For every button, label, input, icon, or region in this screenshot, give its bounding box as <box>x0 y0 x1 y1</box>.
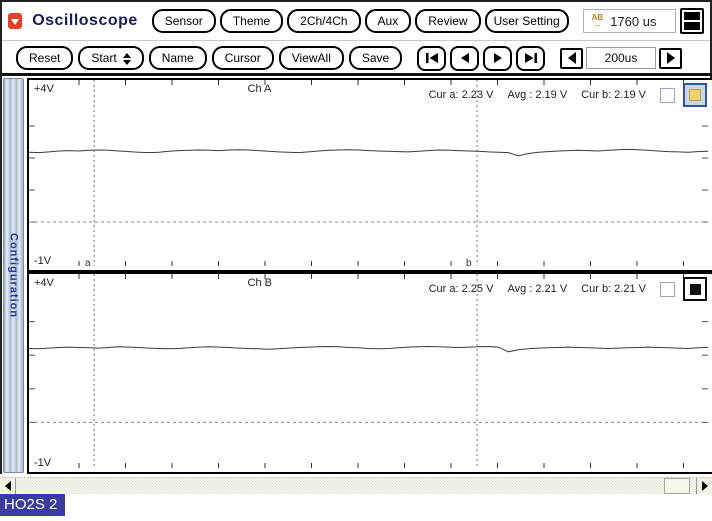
playback-controls <box>417 46 545 71</box>
viewall-button[interactable]: ViewAll <box>279 46 344 70</box>
channel-a-waveform[interactable] <box>29 80 708 266</box>
timebase-increase-button[interactable] <box>659 48 682 69</box>
aux-button[interactable]: Aux <box>365 9 412 33</box>
sensor-tab-ho2s2[interactable]: HO2S 2 <box>0 494 65 516</box>
timebase-control: 200us <box>560 47 682 69</box>
channel-a-checkbox[interactable] <box>660 88 675 103</box>
cursor-a-label[interactable]: a <box>85 258 91 269</box>
cursor-b-label[interactable]: b <box>466 258 472 269</box>
right-arrow-icon <box>702 481 712 491</box>
menu-icon[interactable] <box>680 8 704 34</box>
timebase-decrease-button[interactable] <box>560 48 583 69</box>
toolbar-divider <box>2 40 710 41</box>
scroll-right-button[interactable] <box>696 478 712 494</box>
app-dropdown-icon[interactable] <box>8 13 22 29</box>
channel-b-trace-color-swatch <box>690 284 701 295</box>
channel-b-vmin-label: -1V <box>34 457 51 469</box>
channel-b-trace-marker-button[interactable] <box>683 277 707 301</box>
sensor-button[interactable]: Sensor <box>152 9 216 33</box>
timebase-value: 200us <box>586 47 656 69</box>
main-toolbar: Reset Start Name Cursor ViewAll Save 200… <box>16 44 704 72</box>
channel-a-trace-marker-button[interactable] <box>683 83 707 107</box>
start-button[interactable]: Start <box>78 46 143 70</box>
channel-a-name: Ch A <box>248 83 272 95</box>
channel-mode-button[interactable]: 2Ch/4Ch <box>287 9 360 33</box>
review-button[interactable]: Review <box>415 9 480 33</box>
channel-a-avg-value: Avg : 2.19 V <box>507 89 567 101</box>
channel-b-checkbox[interactable] <box>660 282 675 297</box>
ab-cursor-measure-icon: AB↔ <box>592 14 604 28</box>
channel-a-panel: +4V Ch A Cur a: 2.23 V Avg : 2.19 V Cur … <box>27 78 712 272</box>
step-forward-icon <box>491 52 505 64</box>
channel-a-trace-color-swatch <box>689 89 701 101</box>
channel-b-name: Ch B <box>248 277 272 289</box>
down-arrow-icon <box>11 19 19 29</box>
channel-a-cursor-b-value: Cur b: 2.19 V <box>581 89 646 101</box>
channel-b-panel: +4V Ch B Cur a: 2.25 V Avg : 2.21 V Cur … <box>27 272 712 474</box>
top-toolbar: Oscilloscope Sensor Theme 2Ch/4Ch Aux Re… <box>8 4 704 38</box>
menu-bar-top <box>684 12 700 20</box>
channel-b-waveform[interactable] <box>29 274 708 468</box>
configuration-tab[interactable]: Configuration <box>3 78 24 473</box>
left-triangle-icon <box>566 51 578 65</box>
theme-button[interactable]: Theme <box>220 9 283 33</box>
name-button[interactable]: Name <box>149 46 207 70</box>
cursor-button[interactable]: Cursor <box>212 46 274 70</box>
app-title: Oscilloscope <box>32 12 138 30</box>
scroll-left-button[interactable] <box>0 478 16 494</box>
skip-start-icon <box>425 52 439 64</box>
user-setting-button[interactable]: User Setting <box>485 9 569 33</box>
horizontal-scrollbar[interactable] <box>0 477 712 494</box>
spinner-icon <box>123 53 131 65</box>
reset-button[interactable]: Reset <box>16 46 73 70</box>
skip-start-button[interactable] <box>417 46 446 71</box>
left-arrow-icon <box>0 481 11 491</box>
toolbar-bottom-border <box>0 73 712 76</box>
skip-end-button[interactable] <box>516 46 545 71</box>
channel-a-measurements: Cur a: 2.23 V Avg : 2.19 V Cur b: 2.19 V <box>429 83 707 107</box>
channel-b-cursor-a-value: Cur a: 2.25 V <box>429 283 494 295</box>
step-forward-button[interactable] <box>483 46 512 71</box>
channel-b-cursor-b-value: Cur b: 2.21 V <box>581 283 646 295</box>
oscilloscope-app: Oscilloscope Sensor Theme 2Ch/4Ch Aux Re… <box>0 0 712 521</box>
skip-end-icon <box>524 52 538 64</box>
step-back-button[interactable] <box>450 46 479 71</box>
ab-time-display: AB↔ 1760 us <box>583 9 677 33</box>
status-bar: HO2S 2 <box>0 494 712 521</box>
right-triangle-icon <box>665 51 677 65</box>
channel-b-measurements: Cur a: 2.25 V Avg : 2.21 V Cur b: 2.21 V <box>429 277 707 301</box>
step-back-icon <box>458 52 472 64</box>
channel-a-vmin-label: -1V <box>34 255 51 267</box>
save-button[interactable]: Save <box>349 46 402 70</box>
channel-a-vmax-label: +4V <box>34 83 54 95</box>
ab-time-value: 1760 us <box>610 14 656 29</box>
channel-a-cursor-a-value: Cur a: 2.23 V <box>429 89 494 101</box>
channel-b-vmax-label: +4V <box>34 277 54 289</box>
channel-b-avg-value: Avg : 2.21 V <box>507 283 567 295</box>
scrollbar-thumb[interactable] <box>664 478 690 494</box>
configuration-tab-label: Configuration <box>8 233 20 318</box>
menu-bar-bottom <box>684 22 700 30</box>
